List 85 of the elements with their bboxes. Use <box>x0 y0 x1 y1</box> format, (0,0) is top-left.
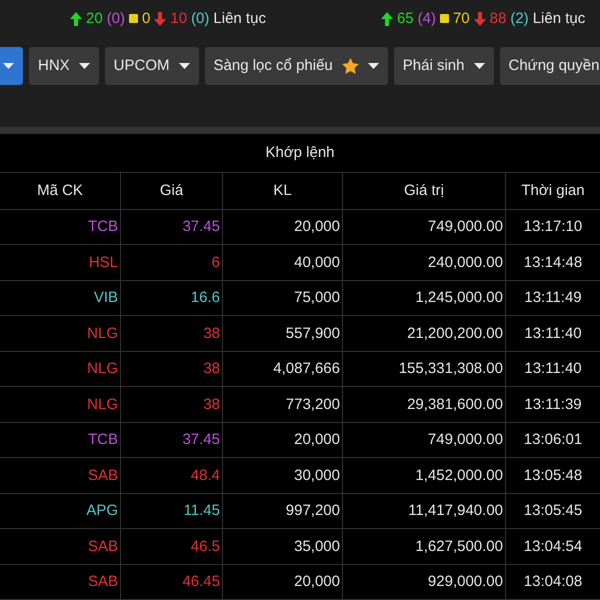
symbol-text: VIB <box>94 289 118 306</box>
count-text: 65 <box>396 10 414 27</box>
time-cell: 13:11:40 <box>505 352 600 387</box>
symbol-text: SAB <box>88 573 118 590</box>
market-tab[interactable]: Phái sinh <box>394 46 494 85</box>
column-header: Giá <box>120 172 222 210</box>
square-icon <box>440 14 449 23</box>
volume-cell: 773,200 <box>222 387 342 422</box>
volume-cell: 997,200 <box>222 494 342 529</box>
volume-cell: 20,000 <box>222 422 342 458</box>
time-cell: 13:06:01 <box>505 422 600 458</box>
time-cell: 13:11:39 <box>505 387 600 422</box>
symbol-text: SAB <box>88 538 118 555</box>
volume-cell: 557,900 <box>222 316 342 352</box>
symbol-text: NLG <box>87 360 118 378</box>
value-cell: 749,000.00 <box>342 422 505 458</box>
price-cell: 38 <box>120 387 222 422</box>
time-cell: 13:17:10 <box>505 210 600 245</box>
time-cell: 13:11:40 <box>505 316 600 352</box>
price-cell: 37.45 <box>120 422 222 458</box>
column-header: Mã CK <box>0 172 120 210</box>
count-text: (0) <box>106 10 126 27</box>
symbol-text: NLG <box>87 396 118 413</box>
price-cell: 46.5 <box>120 529 222 564</box>
value-cell: 11,417,940.00 <box>342 494 505 529</box>
volume-cell: 4,087,666 <box>222 352 342 387</box>
count-text: 88 <box>490 10 506 27</box>
volume-cell: 20,000 <box>222 564 342 600</box>
volume-cell: 20,000 <box>222 210 342 245</box>
volume-cell: 40,000 <box>222 245 342 280</box>
column-header: KL <box>222 172 342 210</box>
count-text: 10 <box>170 10 188 27</box>
price-cell: 48.4 <box>120 458 222 494</box>
market-tab[interactable]: HNX <box>29 46 99 85</box>
volume-cell: 30,000 <box>222 458 342 494</box>
count-text: (4) <box>418 10 436 27</box>
arrow-up-icon <box>70 12 82 26</box>
time-cell: 13:11:49 <box>505 280 600 316</box>
symbol-text: NLG <box>87 324 118 342</box>
time-cell: 13:04:54 <box>505 529 600 564</box>
price-cell: 6 <box>120 245 222 280</box>
value-cell: 749,000.00 <box>342 210 505 245</box>
square-icon <box>129 14 138 23</box>
column-header: Giá trị <box>342 172 505 210</box>
symbol-text: APG <box>86 502 118 520</box>
value-cell: 1,627,500.00 <box>342 529 505 564</box>
market-tab[interactable] <box>0 46 23 85</box>
symbol-text: HSL <box>88 254 118 271</box>
session-text: Liên tục <box>532 10 586 27</box>
count-text: 0 <box>142 10 150 27</box>
market-tab[interactable]: Sàng lọc cổ phiếu <box>204 46 388 85</box>
symbol-text: TCB <box>88 431 118 448</box>
price-cell: 37.45 <box>120 210 222 245</box>
time-cell: 13:05:45 <box>505 494 600 529</box>
session-text: Liên tục <box>213 10 266 27</box>
symbol-text: SAB <box>88 466 118 484</box>
arrow-up-icon <box>380 12 393 26</box>
count-text: (0) <box>191 10 210 27</box>
price-cell: 11.45 <box>120 494 222 529</box>
count-text: 70 <box>452 10 470 27</box>
time-cell: 13:04:08 <box>505 564 600 600</box>
time-cell: 13:14:48 <box>505 245 600 280</box>
value-cell: 29,381,600.00 <box>342 387 505 422</box>
value-cell: 21,200,200.00 <box>342 316 505 352</box>
table-title: Khớp lệnh <box>0 134 600 172</box>
volume-cell: 75,000 <box>222 280 342 316</box>
price-cell: 46.45 <box>120 564 222 600</box>
value-cell: 1,245,000.00 <box>342 280 505 316</box>
value-cell: 240,000.00 <box>342 245 505 280</box>
price-cell: 38 <box>120 352 222 387</box>
time-cell: 13:05:48 <box>505 458 600 494</box>
symbol-text: TCB <box>88 218 118 236</box>
value-cell: 1,452,000.00 <box>342 458 505 494</box>
volume-cell: 35,000 <box>222 529 342 564</box>
value-cell: 929,000.00 <box>342 564 505 600</box>
arrow-down-icon <box>474 12 486 26</box>
arrow-down-icon <box>154 12 166 26</box>
count-text: (2) <box>510 10 529 27</box>
market-tab[interactable]: UPCOM <box>104 46 199 85</box>
price-cell: 16.6 <box>120 280 222 316</box>
count-text: 20 <box>86 10 103 27</box>
value-cell: 155,331,308.00 <box>342 352 505 387</box>
column-header: Thời gian <box>505 172 600 210</box>
price-cell: 38 <box>120 316 222 352</box>
market-tab[interactable]: Chứng quyền <box>500 46 600 85</box>
